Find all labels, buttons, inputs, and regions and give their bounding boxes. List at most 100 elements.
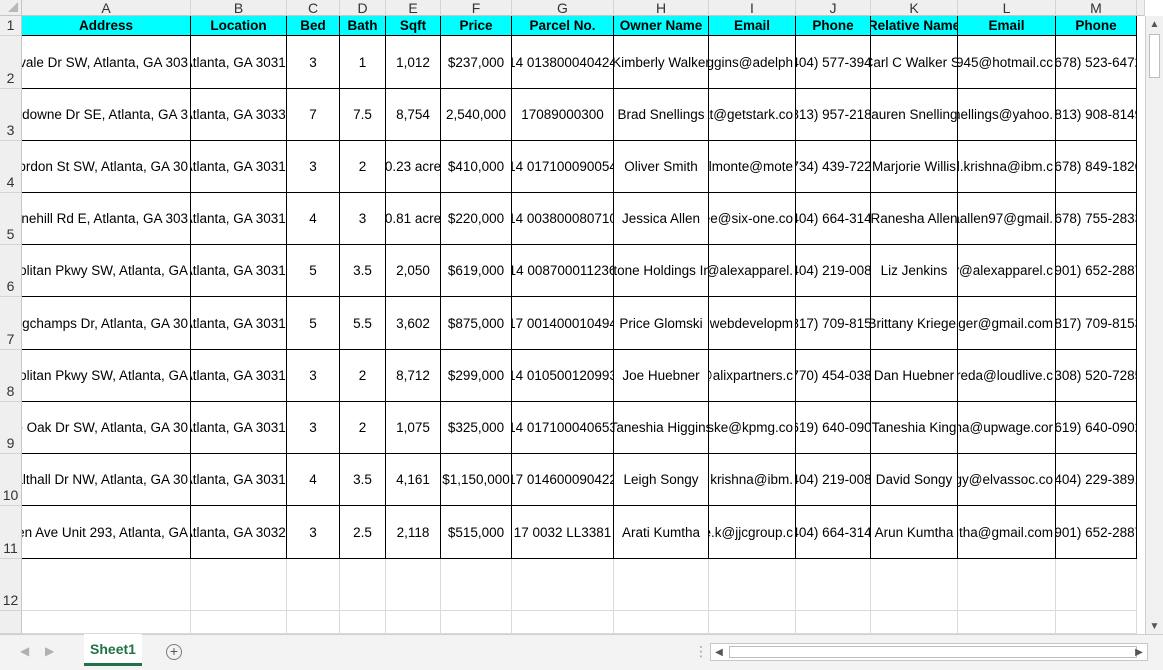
data-cell-g8[interactable]: 14 010500120993 [512,350,614,402]
data-cell-c4[interactable]: 3 [287,141,340,193]
tab-prev-icon[interactable]: ◀ [20,644,29,658]
data-cell-c6[interactable]: 5 [287,245,340,297]
data-cell-h11[interactable]: Arati Kumtha [614,506,709,559]
data-cell-f4[interactable]: $410,000 [441,141,512,193]
data-cell-i11[interactable]: ke.k@jjcgroup.c [709,506,796,559]
data-cell-h7[interactable]: Price Glomski [614,297,709,350]
data-cell-g7[interactable]: 17 001400010494 [512,297,614,350]
data-cell-h5[interactable]: Jessica Allen [614,193,709,245]
empty-cell-b12[interactable] [191,559,287,611]
column-header-m[interactable]: M [1056,0,1137,16]
header-cell-g[interactable]: Parcel No. [512,16,614,36]
data-cell-f2[interactable]: $237,000 [441,36,512,89]
data-cell-i2[interactable]: cerriggins@adelph [709,36,796,89]
data-cell-b3[interactable]: Atlanta, GA 30339 [191,89,287,141]
empty-cell-b13[interactable] [191,611,287,634]
data-cell-l6[interactable]: elly@alexapparel.c [958,245,1056,297]
data-cell-g6[interactable]: 14 008700011236 [512,245,614,297]
data-cell-a11[interactable]: Glisten Ave Unit 293, Atlanta, GA [22,506,191,559]
data-cell-d10[interactable]: 3.5 [340,454,386,506]
data-cell-k3[interactable]: Lauren Snellings [871,89,958,141]
horizontal-scroll-thumb[interactable] [729,646,1137,658]
data-cell-d3[interactable]: 7.5 [340,89,386,141]
data-cell-k8[interactable]: Dan Huebner [871,350,958,402]
data-cell-g3[interactable]: 17089000300 [512,89,614,141]
data-cell-l11[interactable]: kumtha@gmail.com [958,506,1056,559]
data-cell-j4[interactable]: (734) 439-7221 [796,141,871,193]
data-cell-j3[interactable]: (813) 957-2183 [796,89,871,141]
data-cell-c7[interactable]: 5 [287,297,340,350]
data-cell-e4[interactable]: 0.23 acre [386,141,441,193]
data-cell-g5[interactable]: 14 003800080710 [512,193,614,245]
scroll-right-icon[interactable]: ▶ [1131,644,1147,660]
column-header-k[interactable]: K [871,0,958,16]
header-cell-f[interactable]: Price [441,16,512,36]
data-cell-f6[interactable]: $619,000 [441,245,512,297]
data-cell-m11[interactable]: (901) 652-2887 [1056,506,1137,559]
data-cell-k9[interactable]: Taneshia King [871,402,958,454]
data-cell-c9[interactable]: 3 [287,402,340,454]
data-cell-a6[interactable]: etropolitan Pkwy SW, Atlanta, GA [22,245,191,297]
tab-next-icon[interactable]: ▶ [45,644,54,658]
data-cell-g10[interactable]: 17 014600090422 [512,454,614,506]
data-cell-h8[interactable]: Joe Huebner [614,350,709,402]
data-cell-b9[interactable]: Atlanta, GA 30310 [191,402,287,454]
data-cell-c5[interactable]: 4 [287,193,340,245]
empty-cell-k13[interactable] [871,611,958,634]
data-cell-a2[interactable]: 36 Lanvale Dr SW, Atlanta, GA 303 [22,36,191,89]
row-header-3[interactable]: 3 [0,89,22,141]
header-cell-b[interactable]: Location [191,16,287,36]
data-cell-h9[interactable]: Taneshia Higgins [614,402,709,454]
data-cell-i8[interactable]: k@alixpartners.c [709,350,796,402]
data-cell-f5[interactable]: $220,000 [441,193,512,245]
data-cell-i7[interactable]: @webdevelopm [709,297,796,350]
data-cell-a3[interactable]: 0 Lansdowne Dr SE, Atlanta, GA 3 [22,89,191,141]
data-cell-k5[interactable]: Ranesha Allen [871,193,958,245]
empty-cell-c12[interactable] [287,559,340,611]
column-header-i[interactable]: I [709,0,796,16]
data-cell-l3[interactable]: ensnellings@yahoo. [958,89,1056,141]
data-cell-d9[interactable]: 2 [340,402,386,454]
horizontal-scrollbar[interactable]: ◀ ▶ [710,643,1148,661]
data-cell-k11[interactable]: Arun Kumtha [871,506,958,559]
data-cell-d4[interactable]: 2 [340,141,386,193]
data-cell-e7[interactable]: 3,602 [386,297,441,350]
vertical-scrollbar[interactable]: ▲ ▼ [1145,16,1163,634]
data-cell-a7[interactable]: 0 Longchamps Dr, Atlanta, GA 30 [22,297,191,350]
data-cell-i6[interactable]: lly@alexapparel. [709,245,796,297]
empty-cell-i12[interactable] [709,559,796,611]
data-cell-m7[interactable]: (817) 709-8153 [1056,297,1137,350]
data-cell-d5[interactable]: 3 [340,193,386,245]
header-cell-k[interactable]: Relative Name [871,16,958,36]
data-cell-k6[interactable]: Liz Jenkins [871,245,958,297]
data-cell-b6[interactable]: Atlanta, GA 30310 [191,245,287,297]
data-cell-j6[interactable]: (404) 219-0086 [796,245,871,297]
scroll-up-icon[interactable]: ▲ [1146,16,1163,32]
data-cell-k7[interactable]: Brittany Krieger [871,297,958,350]
column-header-l[interactable]: L [958,0,1056,16]
row-header-8[interactable]: 8 [0,350,22,402]
data-cell-m6[interactable]: (901) 652-2887 [1056,245,1137,297]
row-header-7[interactable]: 7 [0,297,22,350]
header-cell-c[interactable]: Bed [287,16,340,36]
data-cell-c11[interactable]: 3 [287,506,340,559]
empty-cell-g12[interactable] [512,559,614,611]
data-cell-b7[interactable]: Atlanta, GA 30319 [191,297,287,350]
data-cell-g4[interactable]: 14 017100090054 [512,141,614,193]
empty-cell-m13[interactable] [1056,611,1137,634]
data-cell-a8[interactable]: Metropolitan Pkwy SW, Atlanta, GA [22,350,191,402]
header-cell-e[interactable]: Sqft [386,16,441,36]
data-cell-b10[interactable]: Atlanta, GA 30318 [191,454,287,506]
column-header-e[interactable]: E [386,0,441,16]
header-cell-h[interactable]: Owner Name [614,16,709,36]
data-cell-b8[interactable]: Atlanta, GA 30310 [191,350,287,402]
data-cell-i5[interactable]: lee@six-one.co [709,193,796,245]
data-cell-c2[interactable]: 3 [287,36,340,89]
data-cell-m8[interactable]: (308) 520-7285 [1056,350,1137,402]
row-header-9[interactable]: 9 [0,402,22,454]
data-cell-b2[interactable]: Atlanta, GA 30310 [191,36,287,89]
empty-cell-c13[interactable] [287,611,340,634]
row-header-12[interactable]: 12 [0,559,22,611]
empty-cell-l13[interactable] [958,611,1056,634]
data-cell-f10[interactable]: $1,150,000 [441,454,512,506]
